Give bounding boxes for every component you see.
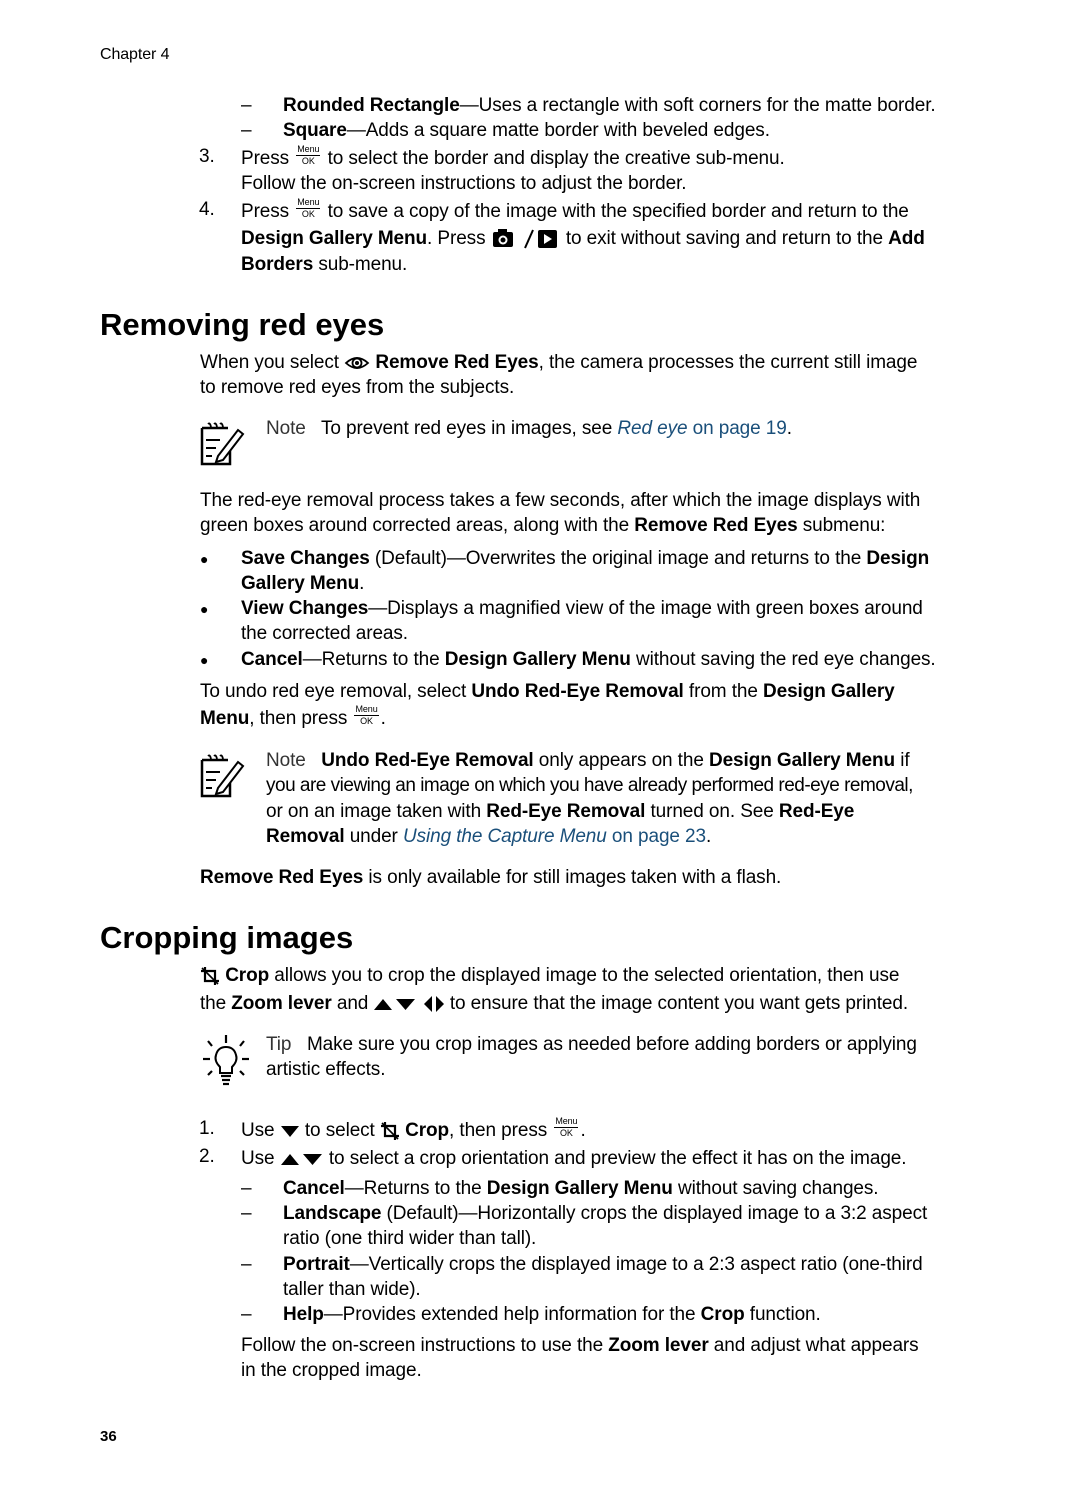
option-cancel: Cancel—Returns to the Design Gallery Men…: [241, 649, 936, 670]
crop-option-portrait-line2: taller than wide).: [283, 1279, 421, 1300]
step-4-line3: Borders sub-menu.: [241, 254, 408, 275]
link-red-eye-page-19[interactable]: Red eye on page 19: [617, 418, 786, 439]
menu-ok-button-icon: Menu OK: [554, 1116, 579, 1139]
step-3-line2: Follow the on-screen instructions to adj…: [241, 173, 687, 194]
red-eyes-intro-line2: to remove red eyes from the subjects.: [200, 377, 515, 398]
crop-option-cancel: Cancel—Returns to the Design Gallery Men…: [283, 1178, 879, 1199]
option-view-changes-line2: the corrected areas.: [241, 623, 408, 644]
red-eyes-intro: When you select Remove Red Eyes, the cam…: [200, 352, 918, 373]
menu-ok-button-icon: Menu OK: [296, 197, 321, 220]
step-3: Press Menu OK to select the border and di…: [241, 144, 785, 169]
dash-bullet: –: [241, 1304, 252, 1325]
note-undo-red-eye-line4: Removal under Using the Capture Menu on …: [266, 826, 712, 847]
crop-option-landscape: Landscape (Default)—Horizontally crops t…: [283, 1203, 928, 1224]
remove-red-eyes-closing: Remove Red Eyes is only available for st…: [200, 867, 782, 888]
crop-icon: [201, 966, 219, 985]
section-title-cropping: Cropping images: [100, 920, 354, 955]
bullet: ●: [200, 551, 209, 567]
note-red-eye: Note To prevent red eyes in images, see …: [266, 418, 792, 439]
note-label: Note: [266, 750, 306, 771]
bullet: ●: [200, 601, 209, 617]
note-undo-red-eye-line3: or on an image taken with Red-Eye Remova…: [266, 801, 855, 822]
crop-intro-line2: the Zoom lever and to ensure that the im…: [200, 993, 909, 1014]
menu-ok-button-icon: Menu OK: [296, 144, 321, 167]
crop-icon: [380, 1121, 399, 1140]
step-number: 3.: [199, 146, 215, 167]
option-square: Square—Adds a square matte border with b…: [283, 120, 770, 141]
note-undo-red-eye: Note Undo Red-Eye Removal only appears o…: [266, 750, 910, 771]
crop-step-1: Use to select Crop, then press Menu OK.: [241, 1116, 586, 1141]
step-number: 2.: [199, 1146, 215, 1167]
step-number: 4.: [199, 199, 215, 220]
crop-closing-line2: in the cropped image.: [241, 1360, 422, 1381]
tip-crop: Tip Make sure you crop images as needed …: [266, 1034, 917, 1055]
dash-bullet: –: [241, 1254, 252, 1275]
undo-red-eye-para-line2: Menu, then press Menu OK.: [200, 704, 386, 729]
section-title-red-eyes: Removing red eyes: [100, 307, 385, 342]
undo-red-eye-para: To undo red eye removal, select Undo Red…: [200, 681, 895, 702]
bullet: ●: [200, 652, 209, 668]
camera-playback-icon: [492, 228, 557, 249]
red-eye-process-para: The red-eye removal process takes a few …: [200, 490, 921, 511]
tip-crop-line2: artistic effects.: [266, 1059, 386, 1080]
dash-bullet: –: [241, 1203, 252, 1224]
step-4-line2: Design Gallery Menu. Press to exit witho…: [241, 228, 925, 249]
page-number: 36: [100, 1428, 117, 1445]
crop-option-help: Help—Provides extended help information …: [283, 1304, 821, 1325]
option-save-changes-line2: Gallery Menu.: [241, 573, 365, 594]
menu-ok-button-icon: Menu OK: [354, 704, 379, 727]
left-right-arrows-icon: [423, 995, 444, 1012]
red-eye-process-para-line2: green boxes around corrected areas, alon…: [200, 515, 886, 536]
crop-closing: Follow the on-screen instructions to use…: [241, 1335, 919, 1356]
up-down-arrows-icon: [374, 998, 416, 1010]
dash-bullet: –: [241, 1178, 252, 1199]
down-arrow-icon: [280, 1125, 299, 1137]
crop-option-landscape-line2: ratio (one third wider than tall).: [283, 1228, 537, 1249]
dash-bullet: –: [241, 120, 252, 141]
option-save-changes: Save Changes (Default)—Overwrites the or…: [241, 548, 930, 569]
dash-bullet: –: [241, 95, 252, 116]
note-icon: [200, 422, 245, 466]
note-undo-red-eye-line2: you are viewing an image on which you ha…: [266, 775, 913, 796]
crop-intro: Crop allows you to crop the displayed im…: [200, 963, 899, 988]
note-icon: [200, 754, 245, 798]
crop-option-portrait: Portrait—Vertically crops the displayed …: [283, 1254, 923, 1275]
step-number: 1.: [199, 1118, 215, 1139]
chapter-header: Chapter 4: [100, 46, 170, 63]
eye-icon: [344, 357, 370, 369]
option-rounded-rectangle: Rounded Rectangle—Uses a rectangle with …: [283, 95, 936, 116]
lightbulb-tip-icon: [203, 1035, 249, 1086]
crop-step-2: Use to select a crop orientation and pre…: [241, 1148, 907, 1169]
step-4: Press Menu OK to save a copy of the image…: [241, 197, 909, 222]
tip-label: Tip: [266, 1034, 292, 1055]
note-label: Note: [266, 418, 306, 439]
link-capture-menu-page-23[interactable]: Using the Capture Menu on page 23: [403, 826, 706, 847]
up-down-arrows-icon: [280, 1153, 322, 1165]
option-view-changes: View Changes—Displays a magnified view o…: [241, 598, 923, 619]
